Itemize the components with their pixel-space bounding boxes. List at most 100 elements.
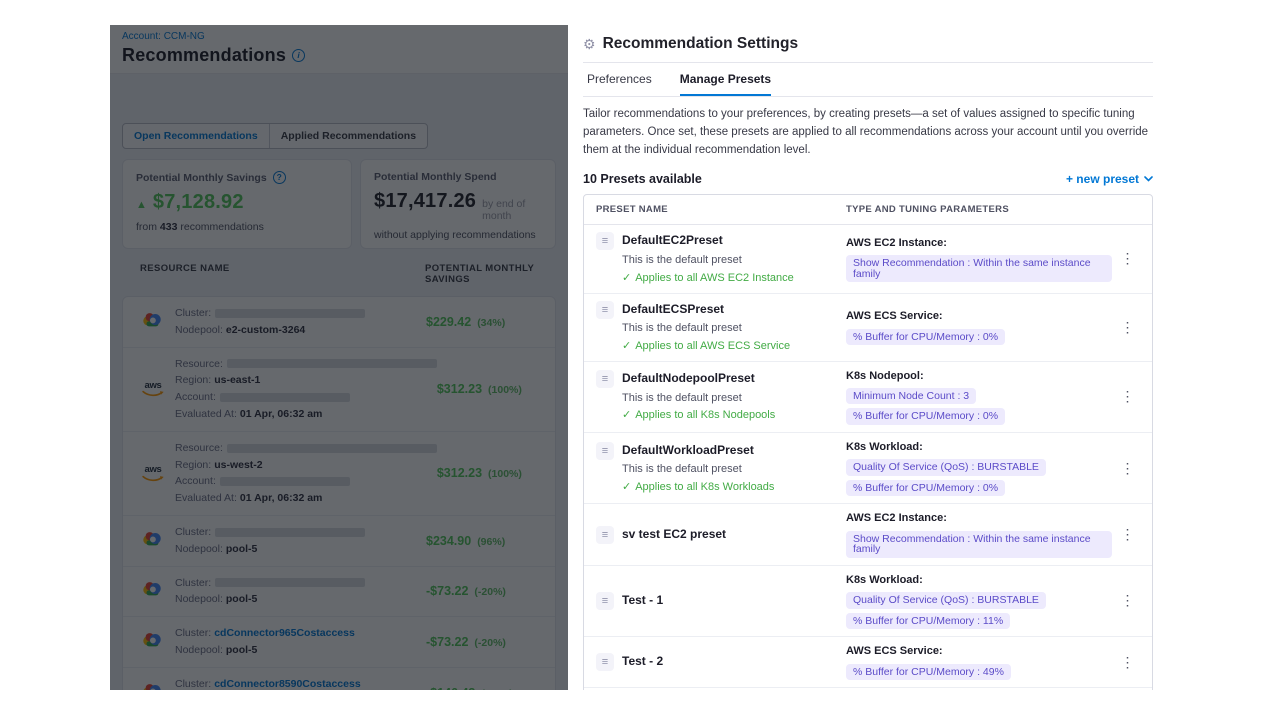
preset-params-cell: AWS EC2 Instance: Show Recommendation : W… [846, 236, 1112, 282]
preset-params-cell: K8s Workload: Quality Of Service (QoS) : … [846, 573, 1112, 629]
preset-applies-text: Applies to all K8s Workloads [635, 480, 774, 495]
screenshot-canvas: Account: CCM-NG Recommendations i Open R… [0, 0, 1280, 720]
preset-row: ≡Test - 3AWS ECS Service:% Buffer for CP… [584, 687, 1152, 690]
preset-name-cell: ≡ DefaultWorkloadPreset This is the defaul… [596, 442, 846, 495]
preset-name-stack: Test - 2 [622, 653, 663, 670]
tuning-parameter-pill: Show Recommendation : Within the same in… [846, 255, 1112, 282]
preset-type: K8s Nodepool: [846, 369, 1112, 384]
preset-row: ≡ DefaultEC2PresetThis is the default pre… [584, 225, 1152, 292]
settings-title: Recommendation Settings [603, 35, 799, 53]
presets-table: PRESET NAME TYPE AND TUNING PARAMETERS ≡… [583, 194, 1153, 690]
preset-name: Test - 1 [622, 592, 663, 609]
drag-handle-icon[interactable]: ≡ [596, 301, 614, 319]
preset-type: AWS EC2 Instance: [846, 236, 1112, 251]
preset-name: DefaultWorkloadPreset [622, 442, 774, 459]
preset-row: ≡ sv test EC2 preset AWS EC2 Instance: Show… [584, 503, 1152, 564]
preset-name: DefaultNodepoolPreset [622, 370, 775, 387]
more-options-button[interactable]: ⋮ [1112, 526, 1144, 543]
tab-manage-presets[interactable]: Manage Presets [680, 72, 771, 96]
preset-applies-to: ✓ Applies to all AWS EC2 Instance [622, 271, 794, 286]
preset-params-cell: AWS EC2 Instance: Show Recommendation : W… [846, 511, 1112, 557]
preset-applies-text: Applies to all AWS EC2 Instance [635, 271, 794, 286]
more-options-button[interactable]: ⋮ [1112, 319, 1144, 336]
tuning-parameter-pill: % Buffer for CPU/Memory : 0% [846, 329, 1005, 346]
more-options-button[interactable]: ⋮ [1112, 460, 1144, 477]
preset-type: K8s Workload: [846, 440, 1112, 455]
more-options-button[interactable]: ⋮ [1112, 250, 1144, 267]
presets-table-header: PRESET NAME TYPE AND TUNING PARAMETERS [584, 195, 1152, 225]
check-icon: ✓ [622, 339, 631, 354]
tab-preferences[interactable]: Preferences [587, 72, 652, 96]
recommendation-settings-panel: ⚙ Recommendation Settings Preferences Ma… [583, 25, 1153, 690]
tuning-parameter-line: % Buffer for CPU/Memory : 0% [846, 325, 1112, 346]
preset-description: This is the default preset [622, 321, 790, 336]
preset-row: ≡ Test - 1 K8s Workload: Quality Of Service… [584, 565, 1152, 636]
preset-name: sv test EC2 preset [622, 526, 726, 543]
more-options-button[interactable]: ⋮ [1112, 592, 1144, 609]
preset-name-stack: DefaultNodepoolPreset This is the default… [622, 370, 775, 423]
tuning-parameter-line: Quality Of Service (QoS) : BURSTABLE [846, 455, 1112, 476]
new-preset-button[interactable]: + new preset [1066, 172, 1153, 186]
settings-tabs: Preferences Manage Presets [583, 63, 1153, 97]
preset-name-cell: ≡ DefaultNodepoolPreset This is the defaul… [596, 370, 846, 423]
recommendations-page: Account: CCM-NG Recommendations i Open R… [110, 25, 568, 690]
tuning-parameter-pill: % Buffer for CPU/Memory : 0% [846, 480, 1005, 497]
column-type-tuning: TYPE AND TUNING PARAMETERS [846, 204, 1112, 215]
modal-backdrop[interactable] [110, 25, 568, 690]
preset-applies-to: ✓ Applies to all AWS ECS Service [622, 339, 790, 354]
drag-handle-icon[interactable]: ≡ [596, 653, 614, 671]
tuning-parameter-pill: Quality Of Service (QoS) : BURSTABLE [846, 459, 1046, 476]
drag-handle-icon[interactable]: ≡ [596, 370, 614, 388]
preset-params-cell: AWS ECS Service: % Buffer for CPU/Memory … [846, 644, 1112, 680]
drag-handle-icon[interactable]: ≡ [596, 526, 614, 544]
preset-description: This is the default preset [622, 462, 774, 477]
tuning-parameter-pill: % Buffer for CPU/Memory : 0% [846, 408, 1005, 425]
more-options-button[interactable]: ⋮ [1112, 654, 1144, 671]
chevron-down-icon [1144, 176, 1153, 182]
drag-handle-icon[interactable]: ≡ [596, 442, 614, 460]
preset-type: AWS ECS Service: [846, 309, 1112, 324]
new-preset-label: + new preset [1066, 172, 1139, 186]
preset-name-cell: ≡ sv test EC2 preset [596, 526, 846, 544]
preset-params-cell: AWS ECS Service: % Buffer for CPU/Memory … [846, 309, 1112, 345]
preset-name-stack: DefaultECSPreset This is the default pres… [622, 301, 790, 354]
settings-description: Tailor recommendations to your preferenc… [583, 106, 1153, 159]
preset-name-stack: Test - 1 [622, 592, 663, 609]
check-icon: ✓ [622, 271, 631, 286]
preset-name-cell: ≡ DefaultECSPreset This is the default pre… [596, 301, 846, 354]
preset-applies-text: Applies to all AWS ECS Service [635, 339, 790, 354]
preset-name-cell: ≡ Test - 1 [596, 592, 846, 610]
tuning-parameter-line: Show Recommendation : Within the same in… [846, 527, 1112, 558]
tuning-parameter-pill: Minimum Node Count : 3 [846, 388, 976, 405]
tuning-parameter-line: Quality Of Service (QoS) : BURSTABLE [846, 588, 1112, 609]
tuning-parameter-line: % Buffer for CPU/Memory : 0% [846, 476, 1112, 497]
preset-type: AWS EC2 Instance: [846, 511, 1112, 526]
preset-row: ≡ DefaultNodepoolPreset This is the defaul… [584, 361, 1152, 432]
preset-description: This is the default preset [622, 253, 794, 268]
preset-row: ≡ DefaultECSPreset This is the default pre… [584, 293, 1152, 361]
column-preset-name: PRESET NAME [596, 204, 846, 215]
preset-name: DefaultECSPreset [622, 301, 790, 318]
drag-handle-icon[interactable]: ≡ [596, 232, 614, 250]
tuning-parameter-line: % Buffer for CPU/Memory : 0% [846, 404, 1112, 425]
tuning-parameter-line: Minimum Node Count : 3 [846, 384, 1112, 405]
preset-name-cell: ≡ DefaultEC2PresetThis is the default pre… [596, 232, 846, 285]
tuning-parameter-pill: % Buffer for CPU/Memory : 49% [846, 664, 1011, 681]
preset-applies-text: Applies to all K8s Nodepools [635, 408, 775, 423]
tuning-parameter-pill: Show Recommendation : Within the same in… [846, 531, 1112, 558]
more-options-button[interactable]: ⋮ [1112, 388, 1144, 405]
tuning-parameter-line: Show Recommendation : Within the same in… [846, 251, 1112, 282]
preset-name-cell: ≡ Test - 2 [596, 653, 846, 671]
drag-handle-icon[interactable]: ≡ [596, 592, 614, 610]
tuning-parameter-pill: Quality Of Service (QoS) : BURSTABLE [846, 592, 1046, 609]
preset-type: K8s Workload: [846, 573, 1112, 588]
preset-name: Test - 2 [622, 653, 663, 670]
preset-applies-to: ✓Applies to all K8s Nodepools [622, 408, 775, 423]
preset-type: AWS ECS Service: [846, 644, 1112, 659]
preset-row: ≡ DefaultWorkloadPreset This is the defaul… [584, 432, 1152, 503]
preset-row: ≡ Test - 2 AWS ECS Service: % Buffer for CP… [584, 636, 1152, 687]
tuning-parameter-line: % Buffer for CPU/Memory : 49% [846, 660, 1112, 681]
tuning-parameter-line: % Buffer for CPU/Memory : 11% [846, 609, 1112, 630]
preset-description: This is the default preset [622, 391, 775, 406]
preset-name-stack: DefaultEC2PresetThis is the default pres… [622, 232, 794, 285]
